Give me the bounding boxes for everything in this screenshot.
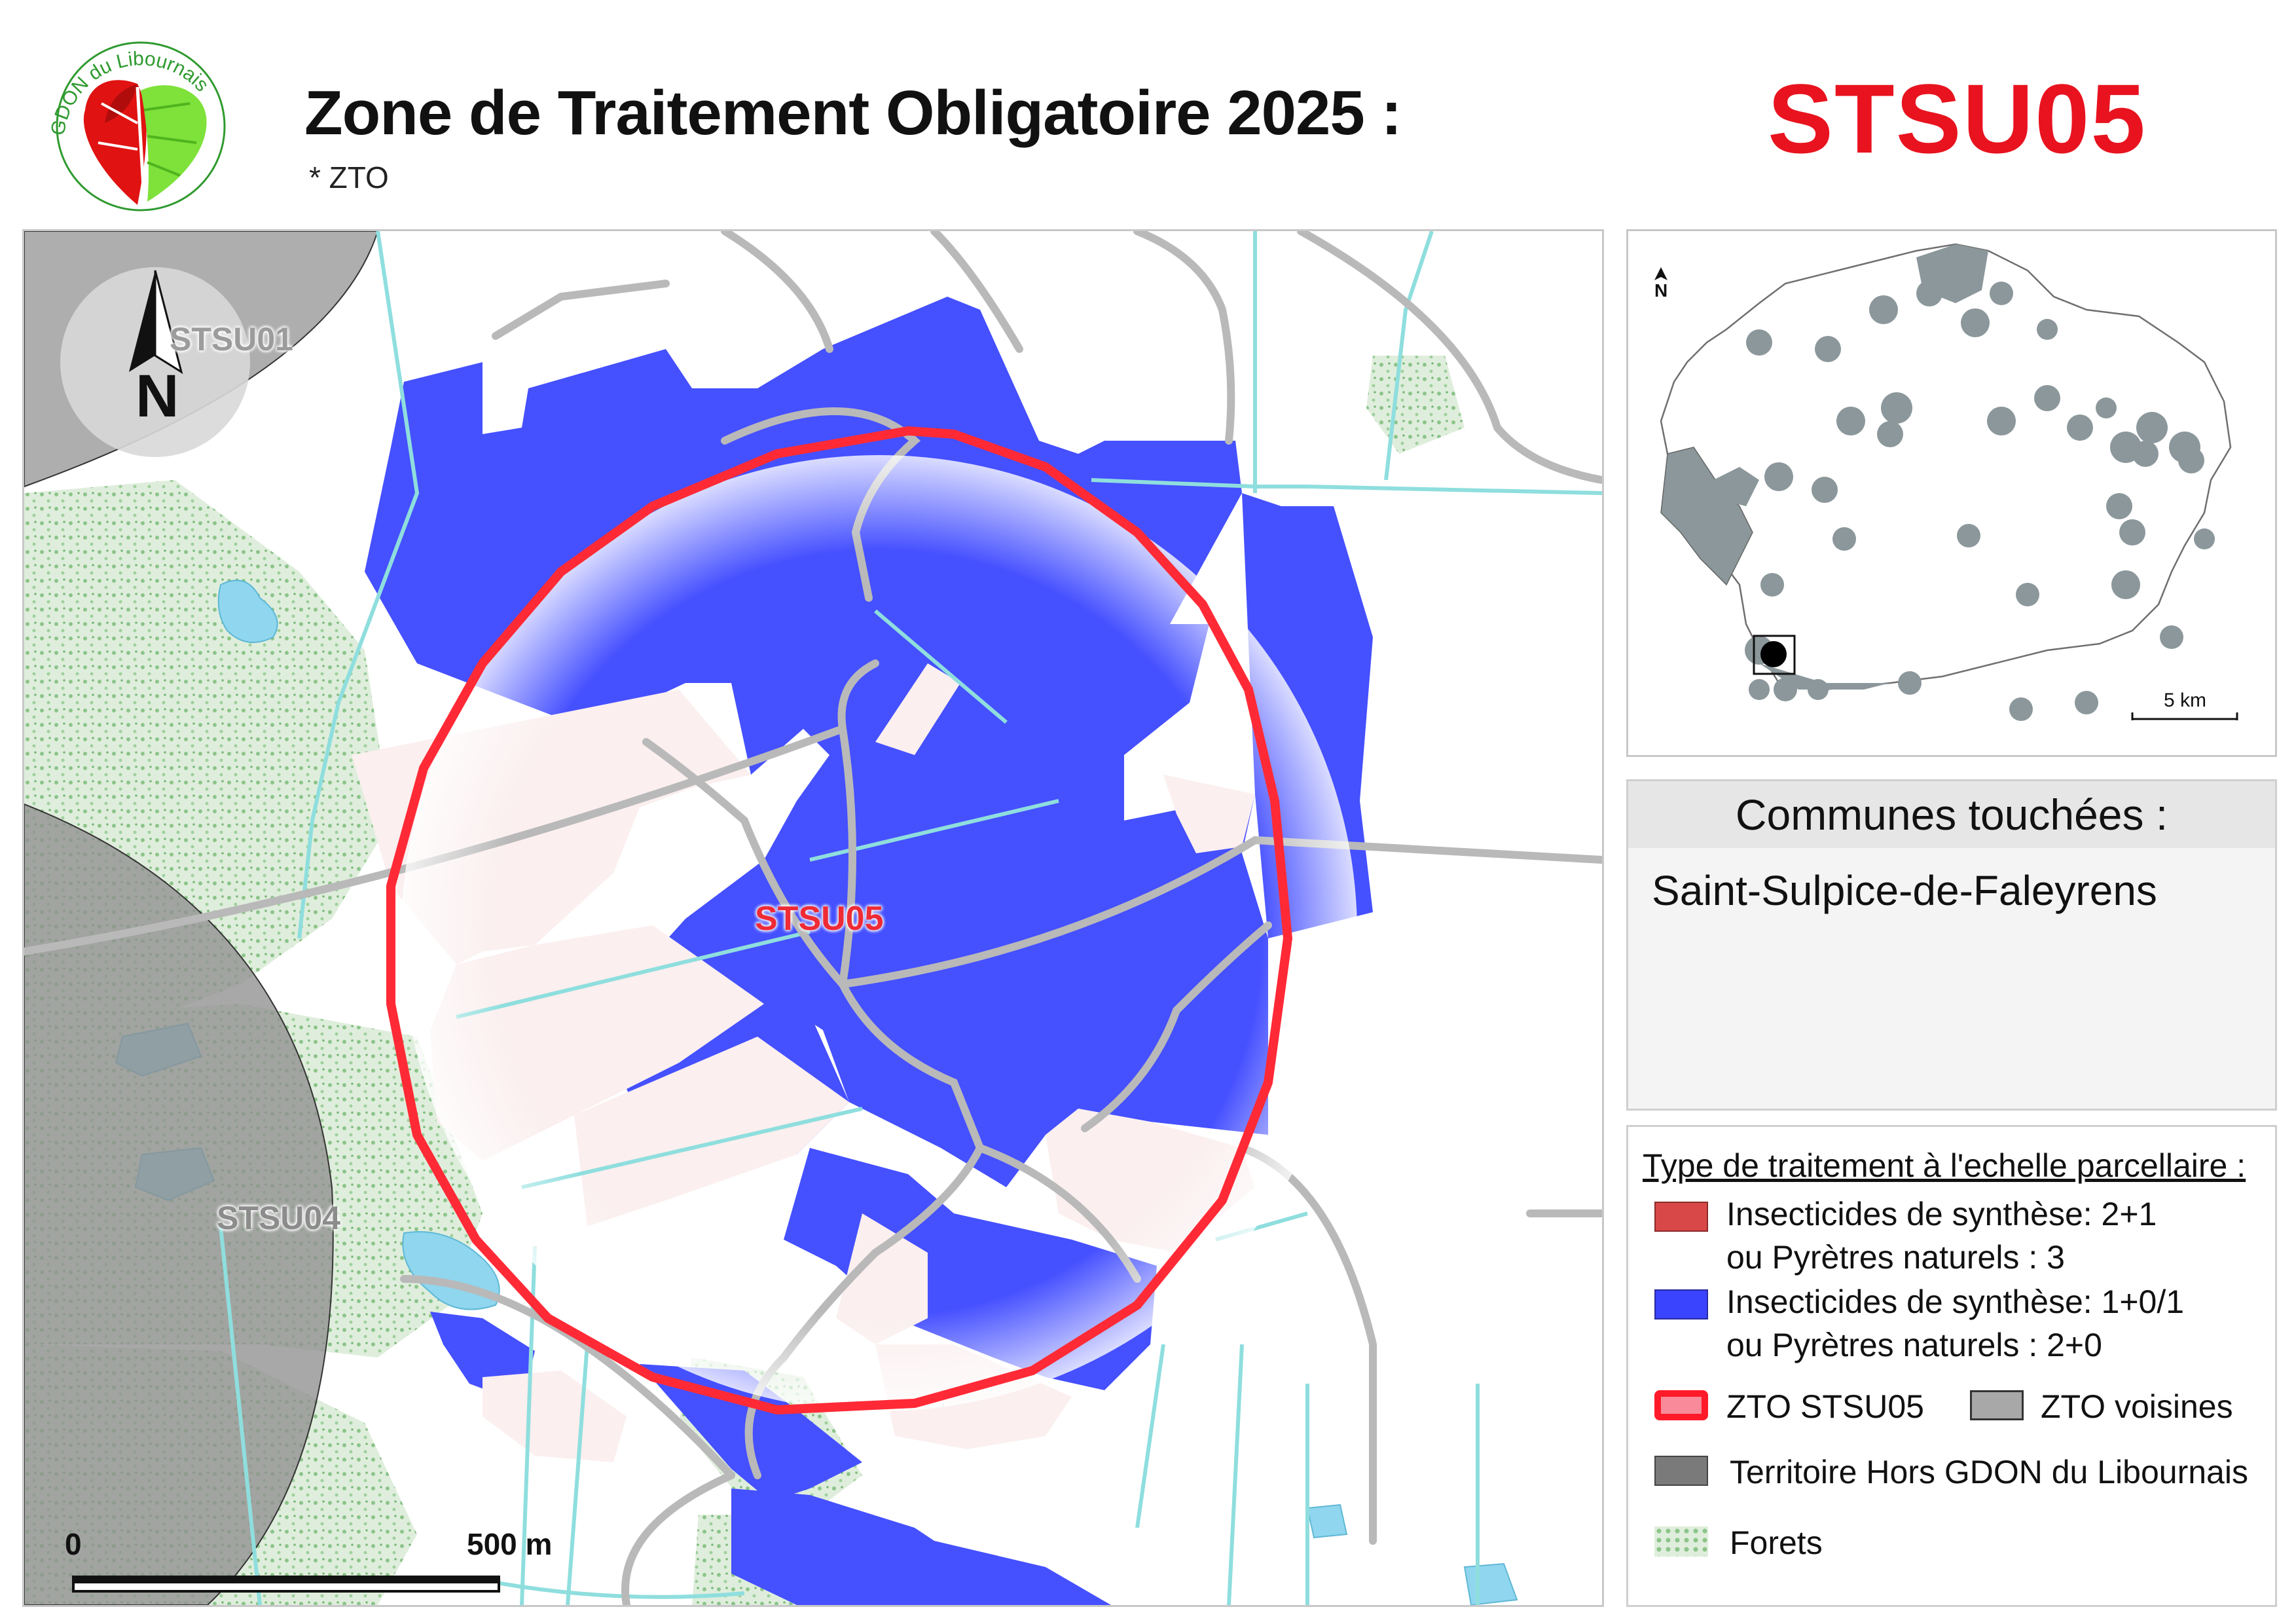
stsu05-location-marker	[1760, 641, 1787, 667]
legend-title: Type de traitement à l'echelle parcellai…	[1643, 1147, 2246, 1184]
legend-swatch-outside-gdon	[1654, 1456, 1708, 1486]
legend-swatch-zto-ring	[1654, 1390, 1708, 1420]
legend-label-zto-ring: ZTO STSU05	[1726, 1388, 1924, 1425]
scale-bar	[72, 1576, 500, 1593]
legend-label-outside-gdon: Territoire Hors GDON du Libournais	[1730, 1454, 2248, 1490]
legend-label-zto-neighbors: ZTO voisines	[2041, 1388, 2233, 1425]
zone-label-stsu05: STSU05	[755, 900, 884, 938]
gdon-boundary	[1660, 243, 2232, 691]
commune-item: Saint-Sulpice-de-Faleyrens	[1652, 867, 2157, 914]
legend-panel: Type de traitement à l'echelle parcellai…	[1626, 1125, 2277, 1607]
legend-swatch-zto-neighbors	[1970, 1390, 2024, 1420]
inset-north-label: N	[1654, 280, 1668, 301]
page-title: Zone de Traitement Obligatoire 2025 :	[304, 78, 1402, 148]
legend-label-forest: Forets	[1730, 1524, 1823, 1561]
legend-label-red-line2: ou Pyrètres naturels : 3	[1726, 1239, 2065, 1276]
legend-label-blue-line2: ou Pyrètres naturels : 2+0	[1726, 1327, 2102, 1363]
page-subtitle: * ZTO	[309, 160, 389, 194]
north-arrow-label: N	[136, 363, 179, 430]
zone-label-stsu04: STSU04	[217, 1200, 340, 1236]
scale-start-label: 0	[65, 1527, 82, 1561]
legend-swatch-red-parcels	[1654, 1202, 1708, 1232]
legend-label-blue-line1: Insecticides de synthèse: 1+0/1	[1726, 1283, 2185, 1320]
legend-swatch-blue-parcels	[1654, 1289, 1708, 1320]
main-map[interactable]: N STSU05 STSU01 STSU04 0 500 m	[22, 229, 1604, 1607]
zone-label-stsu01: STSU01	[170, 321, 293, 358]
gdon-logo: GDON du Libournais	[39, 12, 242, 221]
inset-locator-map[interactable]: N 5 km	[1626, 229, 2277, 757]
legend-swatch-forest	[1654, 1526, 1708, 1557]
scale-end-label: 500 m	[467, 1527, 553, 1561]
communes-panel: Communes touchées : Saint-Sulpice-de-Fal…	[1626, 779, 2277, 1111]
inset-scale-label: 5 km	[2164, 690, 2207, 711]
communes-heading: Communes touchées :	[1628, 781, 2275, 848]
legend-label-red-line1: Insecticides de synthèse: 2+1	[1726, 1196, 2157, 1232]
zone-code: STSU05	[1768, 64, 2147, 174]
